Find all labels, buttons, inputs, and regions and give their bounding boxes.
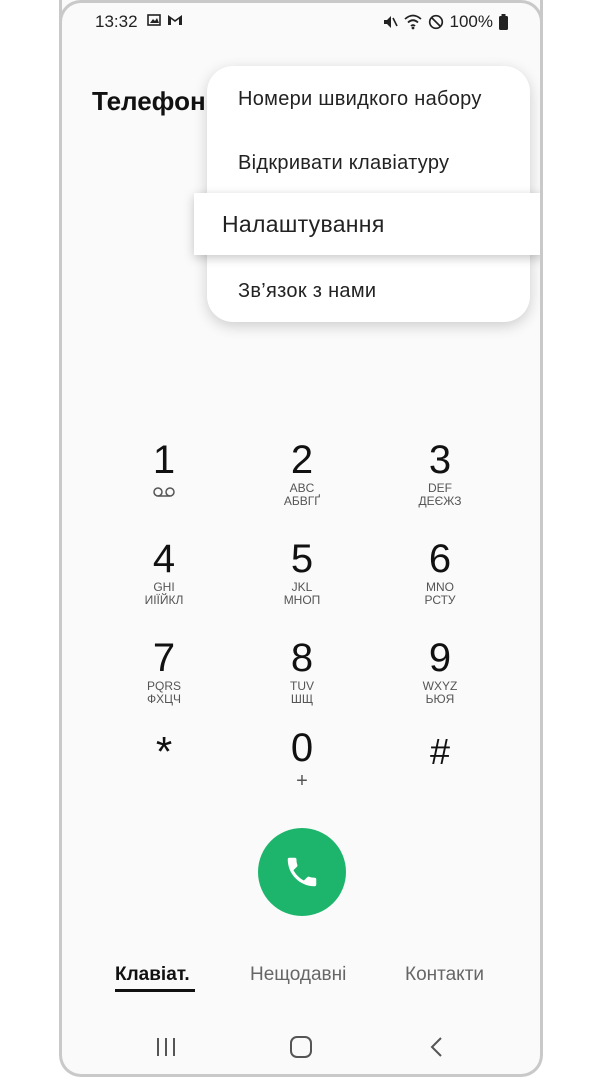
voicemail-icon	[153, 487, 175, 497]
key-2[interactable]: 2 ABC АБВГҐ	[242, 438, 362, 528]
menu-item-open-keypad[interactable]: Відкривати клавіатуру	[238, 152, 449, 175]
no-disturb-icon	[428, 14, 443, 30]
tab-keypad[interactable]: Клавіат.	[115, 964, 190, 986]
key-3[interactable]: 3 DEF ДЕЄЖЗ	[380, 438, 500, 528]
phone-icon	[287, 857, 317, 887]
phone-screen: 13:32 100% Телефон 1 2 ABC АБВГҐ 3 DEF Д…	[59, 0, 543, 1077]
battery-icon	[499, 14, 508, 30]
wifi-icon	[403, 14, 422, 30]
key-9[interactable]: 9 WXYZ ЬЮЯ	[380, 636, 500, 726]
mute-icon	[383, 16, 398, 28]
status-time: 13:32	[95, 12, 138, 31]
active-tab-indicator	[115, 989, 195, 992]
call-button[interactable]	[258, 828, 346, 916]
menu-item-speed-dial[interactable]: Номери швидкого набору	[238, 88, 482, 111]
key-5[interactable]: 5 JKL МНОП	[242, 537, 362, 627]
key-8[interactable]: 8 TUV ШЩ	[242, 636, 362, 726]
key-star[interactable]: *	[104, 728, 224, 818]
key-hash[interactable]: #	[380, 728, 500, 818]
image-icon	[147, 14, 161, 26]
menu-item-contact-us[interactable]: Зв’язок з нами	[238, 280, 376, 303]
menu-item-settings[interactable]: Налаштування	[194, 193, 540, 255]
app-title: Телефон	[92, 86, 206, 116]
key-7[interactable]: 7 PQRS ФХЦЧ	[104, 636, 224, 726]
tab-contacts[interactable]: Контакти	[405, 964, 484, 986]
key-0[interactable]: 0 +	[242, 726, 362, 816]
key-4[interactable]: 4 GHI ИІЇЙКЛ	[104, 537, 224, 627]
status-bar: 13:32 100%	[62, 0, 540, 44]
battery-percent: 100%	[449, 12, 493, 31]
recent-apps-icon[interactable]	[154, 1036, 178, 1058]
home-icon[interactable]	[289, 1035, 313, 1059]
menu-item-settings-label: Налаштування	[222, 211, 385, 237]
gmail-icon	[168, 15, 182, 25]
navigation-bar	[62, 1032, 540, 1062]
key-1[interactable]: 1	[104, 438, 224, 528]
tab-recents[interactable]: Нещодавні	[250, 964, 346, 986]
key-6[interactable]: 6 MNO РСТУ	[380, 537, 500, 627]
back-icon[interactable]	[427, 1035, 447, 1059]
bottom-tabs: Клавіат. Нещодавні Контакти	[62, 962, 540, 998]
